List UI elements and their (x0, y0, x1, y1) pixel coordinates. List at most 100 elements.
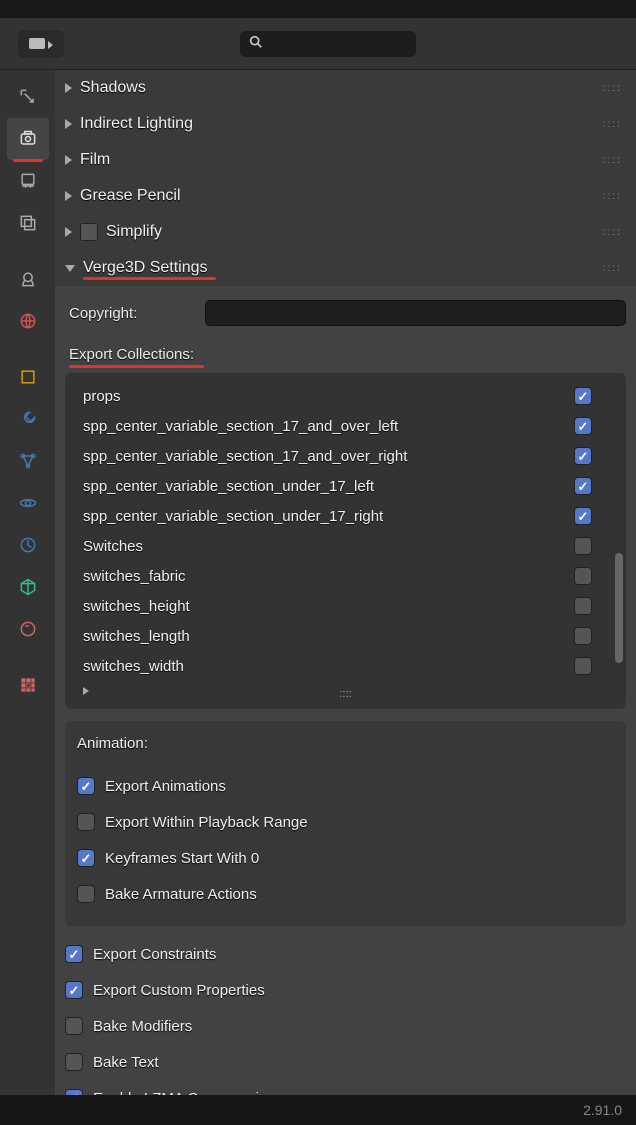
option-checkbox[interactable] (77, 849, 95, 867)
option-row[interactable]: Export Custom Properties (65, 972, 626, 1008)
collection-row[interactable]: props (71, 381, 620, 411)
collection-checkbox[interactable] (574, 627, 592, 645)
option-checkbox[interactable] (65, 981, 83, 999)
collection-row[interactable]: switches_length (71, 621, 620, 651)
option-label: Keyframes Start With 0 (105, 850, 259, 867)
option-label: Export Animations (105, 778, 226, 795)
collapse-icon (65, 265, 75, 272)
properties-header (0, 18, 636, 70)
panel-title: Shadows (80, 79, 595, 97)
properties-content: Shadows :::: Indirect Lighting :::: Film… (55, 70, 636, 1095)
option-checkbox[interactable] (77, 885, 95, 903)
option-checkbox[interactable] (65, 945, 83, 963)
option-label: Export Constraints (93, 946, 216, 963)
copyright-input[interactable] (205, 300, 626, 326)
collection-row[interactable]: spp_center_variable_section_17_and_over_… (71, 441, 620, 471)
tab-scene[interactable] (7, 258, 49, 300)
panel-verge3d[interactable]: Verge3D Settings :::: (55, 250, 636, 286)
collection-row[interactable]: switches_height (71, 591, 620, 621)
option-row[interactable]: Bake Text (65, 1044, 626, 1080)
collection-row[interactable]: spp_center_variable_section_under_17_lef… (71, 471, 620, 501)
tab-material[interactable] (7, 608, 49, 650)
option-label: Bake Armature Actions (105, 886, 257, 903)
expand-icon (65, 191, 72, 201)
grip-dots-icon[interactable]: :::: (339, 688, 351, 700)
drag-grip-icon[interactable]: :::: (603, 119, 622, 130)
search-input[interactable] (240, 31, 416, 57)
drag-grip-icon[interactable]: :::: (603, 227, 622, 238)
option-checkbox[interactable] (65, 1017, 83, 1035)
animation-label: Animation: (77, 735, 614, 752)
tab-modifier[interactable] (7, 398, 49, 440)
editor-icon (29, 38, 45, 49)
tab-output[interactable] (7, 160, 49, 202)
collection-name: switches_fabric (83, 568, 566, 585)
collection-name: spp_center_variable_section_17_and_over_… (83, 418, 566, 435)
option-label: Export Within Playback Range (105, 814, 308, 831)
panel-simplify[interactable]: Simplify :::: (55, 214, 636, 250)
verge3d-label: Verge3D Settings (83, 259, 208, 276)
scrollbar-thumb[interactable] (615, 553, 623, 663)
panel-title: Grease Pencil (80, 187, 595, 205)
option-row[interactable]: Export Constraints (65, 936, 626, 972)
collection-checkbox[interactable] (574, 417, 592, 435)
option-row[interactable]: Keyframes Start With 0 (77, 840, 614, 876)
tab-constraint[interactable] (7, 524, 49, 566)
panel-grease-pencil[interactable]: Grease Pencil :::: (55, 178, 636, 214)
collection-row[interactable]: switches_fabric (71, 561, 620, 591)
drag-grip-icon[interactable]: :::: (603, 191, 622, 202)
expand-icon (65, 83, 72, 93)
collection-name: props (83, 388, 566, 405)
option-checkbox[interactable] (77, 777, 95, 795)
collection-checkbox[interactable] (574, 507, 592, 525)
expand-icon (65, 155, 72, 165)
collection-checkbox[interactable] (574, 447, 592, 465)
panel-title: Verge3D Settings (83, 259, 595, 277)
panel-film[interactable]: Film :::: (55, 142, 636, 178)
copyright-label: Copyright: (65, 305, 195, 322)
drag-grip-icon[interactable]: :::: (603, 83, 622, 94)
tab-physics[interactable] (7, 482, 49, 524)
option-row[interactable]: Bake Modifiers (65, 1008, 626, 1044)
tab-viewlayer[interactable] (7, 202, 49, 244)
expand-icon (65, 119, 72, 129)
tab-tool[interactable] (7, 76, 49, 118)
editor-type-dropdown[interactable] (18, 30, 64, 58)
option-label: Bake Modifiers (93, 1018, 192, 1035)
option-checkbox[interactable] (65, 1053, 83, 1071)
drag-grip-icon[interactable]: :::: (603, 263, 622, 274)
collection-checkbox[interactable] (574, 597, 592, 615)
collection-checkbox[interactable] (574, 537, 592, 555)
collection-checkbox[interactable] (574, 387, 592, 405)
panel-shadows[interactable]: Shadows :::: (55, 70, 636, 106)
collection-row[interactable]: spp_center_variable_section_under_17_rig… (71, 501, 620, 531)
tab-mesh[interactable] (7, 566, 49, 608)
tab-particle[interactable] (7, 440, 49, 482)
option-row[interactable]: Bake Armature Actions (77, 876, 614, 912)
collection-checkbox[interactable] (574, 657, 592, 675)
option-row[interactable]: Enable LZMA Compression (65, 1080, 626, 1095)
tab-texture[interactable] (7, 664, 49, 706)
option-row[interactable]: Export Within Playback Range (77, 804, 614, 840)
expand-icon[interactable] (83, 687, 89, 695)
panel-title: Film (80, 151, 595, 169)
collection-row[interactable]: Switches (71, 531, 620, 561)
version-label: 2.91.0 (583, 1102, 622, 1118)
collection-name: switches_height (83, 598, 566, 615)
panel-indirect-lighting[interactable]: Indirect Lighting :::: (55, 106, 636, 142)
collection-row[interactable]: switches_width (71, 651, 620, 681)
collection-checkbox[interactable] (574, 567, 592, 585)
simplify-checkbox[interactable] (80, 223, 98, 241)
verge3d-body: Copyright: Export Collections: propsspp_… (55, 286, 636, 1095)
tab-render[interactable] (7, 118, 49, 160)
collection-name: switches_length (83, 628, 566, 645)
option-checkbox[interactable] (77, 813, 95, 831)
drag-grip-icon[interactable]: :::: (603, 155, 622, 166)
tab-world[interactable] (7, 300, 49, 342)
tab-object[interactable] (7, 356, 49, 398)
status-bar: 2.91.0 (0, 1095, 636, 1125)
collection-checkbox[interactable] (574, 477, 592, 495)
property-tabs (0, 70, 55, 1095)
option-row[interactable]: Export Animations (77, 768, 614, 804)
collection-row[interactable]: spp_center_variable_section_17_and_over_… (71, 411, 620, 441)
